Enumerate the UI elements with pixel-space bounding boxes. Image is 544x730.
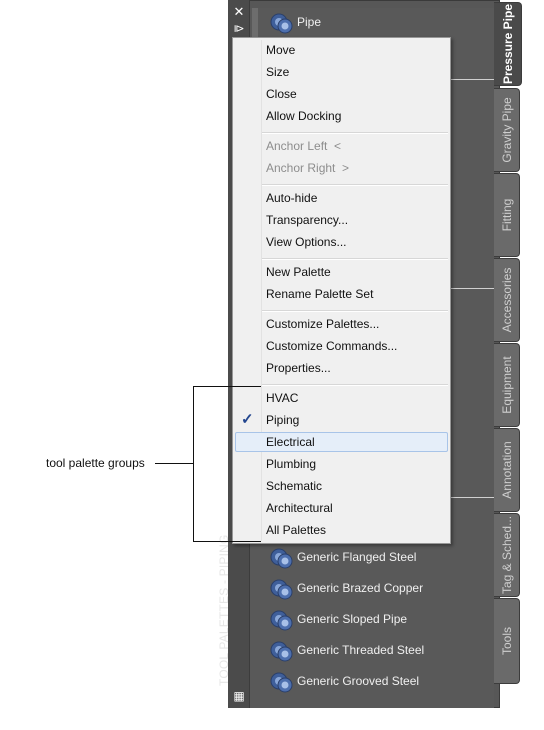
tab-fitting[interactable]: Fitting [494,173,520,257]
pipe-tool-icon [270,548,293,569]
tool-item-generic-brazed-copper[interactable]: Generic Brazed Copper [264,574,494,604]
menu-item-anchor-right: Anchor Right > [266,161,350,175]
properties-menu-icon[interactable]: ⧐ [231,23,247,36]
menu-separator [262,258,448,260]
menu-item-view-options[interactable]: View Options... [233,231,450,253]
tool-item-generic-grooved-steel[interactable]: Generic Grooved Steel [264,667,494,697]
menu-item-piping[interactable]: ✓ Piping [233,409,450,431]
pipe-tool-icon [270,610,293,631]
tool-item-generic-sloped-pipe[interactable]: Generic Sloped Pipe [264,605,494,635]
menu-separator [262,384,448,386]
menu-separator [262,310,448,312]
menu-separator [262,184,448,186]
tool-item-generic-threaded-steel[interactable]: Generic Threaded Steel [264,636,494,666]
pipe-tool-icon [270,641,293,662]
callout-label: tool palette groups [46,456,145,470]
pipe-tool-icon [270,579,293,600]
tab-pressure-pipe[interactable]: Pressure Pipe [494,2,522,86]
section-divider [450,497,494,498]
menu-item-transparency[interactable]: Transparency... [233,209,450,231]
menu-item-rename-palette-set[interactable]: Rename Palette Set [233,283,450,305]
checkmark-icon: ✓ [241,411,254,428]
section-divider [450,288,494,289]
menu-item-size[interactable]: Size [233,61,450,83]
menu-item-properties[interactable]: Properties... [233,357,450,379]
menu-item-move[interactable]: Move [233,39,450,61]
menu-separator [262,132,448,134]
palette-context-menu: Move Size Close Allow Docking Anchor Lef… [232,37,451,544]
tab-equipment[interactable]: Equipment [494,343,520,427]
tool-item-pipe[interactable]: Pipe [264,8,494,38]
menu-item-electrical[interactable]: Electrical [233,431,450,453]
callout-leader-line [155,463,193,464]
tab-tag-and-schedule[interactable]: Tag & Sched... [494,513,520,597]
menu-item-plumbing[interactable]: Plumbing [233,453,450,475]
tab-gravity-pipe[interactable]: Gravity Pipe [494,88,520,172]
palette-settings-icon[interactable]: ▦ [231,690,247,703]
menu-item-auto-hide[interactable]: Auto-hide [233,187,450,209]
menu-item-hvac[interactable]: HVAC [233,387,450,409]
tab-tools[interactable]: Tools [494,598,520,684]
tab-annotation[interactable]: Annotation [494,428,520,512]
palette-tabs: Pressure Pipe Gravity Pipe Fitting Acces… [494,0,524,708]
menu-item-new-palette[interactable]: New Palette [233,261,450,283]
menu-item-close[interactable]: Close [233,83,450,105]
close-icon[interactable]: ✕ [231,5,247,18]
palette-scroll-grip[interactable] [252,8,258,38]
tool-item-generic-flanged-steel[interactable]: Generic Flanged Steel [264,543,494,573]
tab-accessories[interactable]: Accessories [494,258,520,342]
callout-bracket-bottom [193,541,261,542]
menu-item-all-palettes[interactable]: All Palettes [233,519,450,541]
pipe-tool-icon [270,672,293,693]
menu-item-anchor-left: Anchor Left < [266,139,342,153]
pipe-tool-icon [270,13,293,34]
callout-bracket-vertical [193,386,194,542]
menu-item-customize-palettes[interactable]: Customize Palettes... [233,313,450,335]
menu-item-architectural[interactable]: Architectural [233,497,450,519]
callout-bracket-top [193,386,261,387]
section-divider [450,79,494,80]
menu-item-customize-commands[interactable]: Customize Commands... [233,335,450,357]
menu-item-schematic[interactable]: Schematic [233,475,450,497]
menu-item-allow-docking[interactable]: Allow Docking [233,105,450,127]
